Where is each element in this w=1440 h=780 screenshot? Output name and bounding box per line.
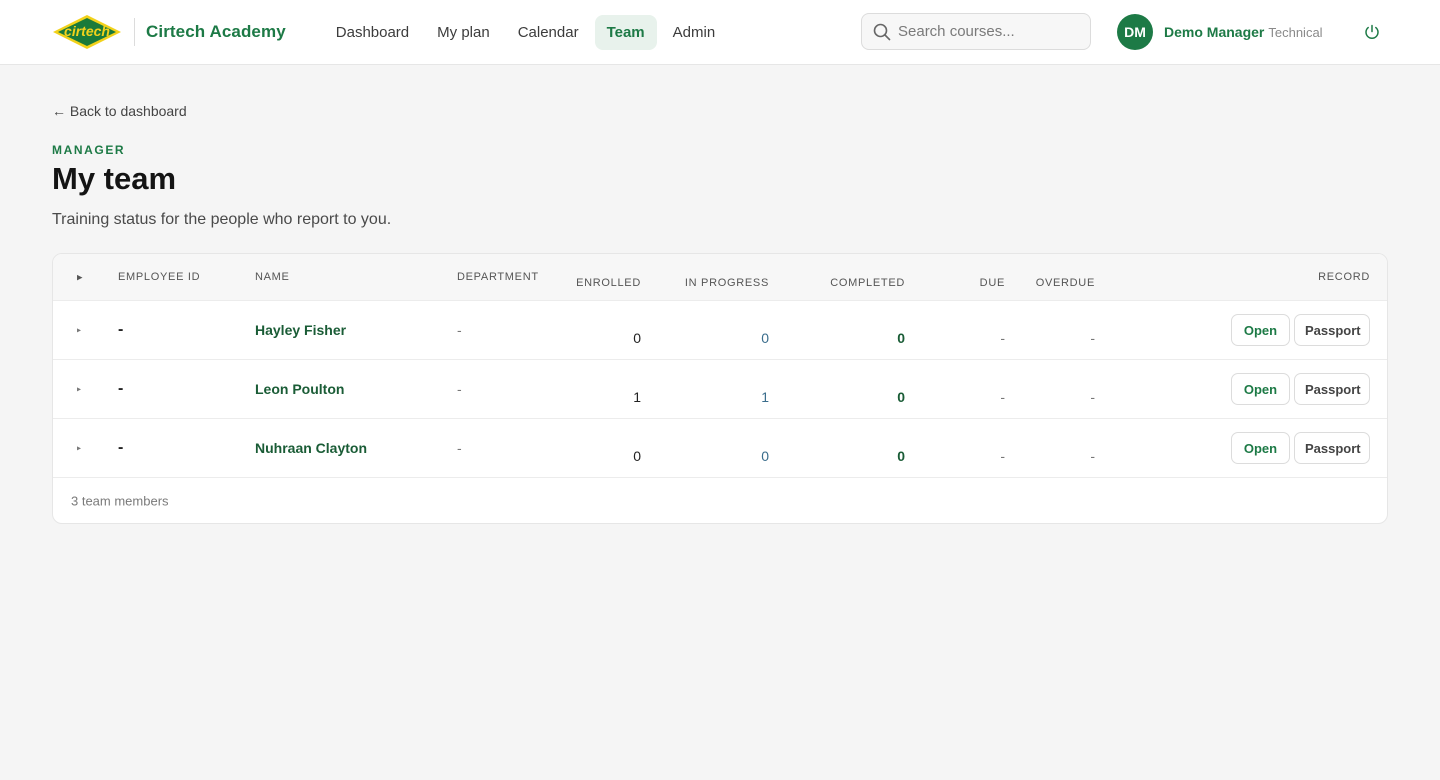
record-actions: Open Passport: [1231, 314, 1370, 346]
avatar[interactable]: DM: [1117, 14, 1153, 50]
col-due: DUE: [979, 277, 1006, 289]
user-name: Demo Manager: [1164, 24, 1265, 40]
in-progress-count: 1: [761, 389, 770, 405]
nav-calendar[interactable]: Calendar: [506, 15, 591, 50]
nav-admin[interactable]: Admin: [661, 15, 728, 50]
overdue-value: -: [1090, 448, 1096, 464]
table-header-row: ▸ EMPLOYEE ID NAME DEPARTMENT ENROLLED I…: [53, 254, 1387, 301]
completed-count: 0: [897, 330, 906, 346]
enrolled-count: 0: [633, 330, 642, 346]
enrolled-count: 1: [633, 389, 642, 405]
overdue-value: -: [1090, 389, 1096, 405]
passport-button[interactable]: Passport: [1294, 373, 1370, 405]
enrolled-count: 0: [633, 448, 642, 464]
due-value: -: [1000, 448, 1006, 464]
col-completed: COMPLETED: [830, 277, 906, 289]
record-actions: Open Passport: [1231, 373, 1370, 405]
passport-button[interactable]: Passport: [1294, 432, 1370, 464]
cirtech-logo[interactable]: cirtech: [52, 14, 122, 50]
col-overdue: OVERDUE: [1035, 277, 1095, 289]
in-progress-count: 0: [761, 448, 770, 464]
expand-all-icon[interactable]: ▸: [77, 271, 83, 284]
employee-id: -: [118, 380, 124, 397]
page-subtitle: Training status for the people who repor…: [52, 211, 392, 228]
page-eyebrow: MANAGER: [52, 143, 126, 157]
open-record-button[interactable]: Open: [1231, 314, 1290, 346]
col-enrolled: ENROLLED: [576, 277, 641, 289]
department: -: [457, 381, 462, 397]
user-role: Technical: [1268, 24, 1323, 40]
table-footer: 3 team members: [53, 478, 1387, 523]
main-content: ← Back to dashboard MANAGER My team Trai…: [0, 65, 1440, 524]
nav-my-plan[interactable]: My plan: [425, 15, 502, 50]
completed-count: 0: [897, 448, 906, 464]
overdue-value: -: [1090, 330, 1096, 346]
search-input[interactable]: [898, 23, 1078, 40]
table-row: ▸ - Nuhraan Clayton - 0 0 0 - - Open Pas…: [53, 419, 1387, 478]
employee-name-link[interactable]: Leon Poulton: [255, 381, 344, 397]
table-row: ▸ - Leon Poulton - 1 1 0 - - Open Passpo…: [53, 360, 1387, 419]
open-record-button[interactable]: Open: [1231, 432, 1290, 464]
due-value: -: [1000, 330, 1006, 346]
col-in-progress: IN PROGRESS: [684, 277, 770, 289]
completed-count: 0: [897, 389, 906, 405]
logo-divider: [134, 18, 135, 46]
top-bar: cirtech Cirtech Academy Dashboard My pla…: [0, 0, 1440, 65]
col-department: DEPARTMENT: [457, 271, 539, 283]
page-title: My team: [52, 161, 177, 196]
logo-diamond-icon: cirtech: [53, 15, 121, 49]
employee-id: -: [118, 321, 124, 338]
back-to-dashboard-link[interactable]: ← Back to dashboard: [52, 103, 187, 119]
expand-row-icon[interactable]: ▸: [77, 444, 81, 453]
team-table: ▸ EMPLOYEE ID NAME DEPARTMENT ENROLLED I…: [52, 253, 1388, 524]
nav-dashboard[interactable]: Dashboard: [324, 15, 421, 50]
brand-name[interactable]: Cirtech Academy: [146, 22, 286, 42]
due-value: -: [1000, 389, 1006, 405]
expand-row-icon[interactable]: ▸: [77, 385, 81, 394]
department: -: [457, 440, 462, 456]
nav-team[interactable]: Team: [594, 14, 657, 50]
search-box[interactable]: [861, 13, 1091, 50]
team-member-count: 3 team members: [71, 493, 169, 508]
in-progress-count: 0: [761, 330, 770, 346]
col-record: RECORD: [1318, 271, 1370, 283]
user-menu[interactable]: DM Demo Manager Technical: [1117, 14, 1323, 50]
department: -: [457, 322, 462, 338]
col-name: NAME: [255, 271, 290, 283]
employee-name-link[interactable]: Nuhraan Clayton: [255, 440, 367, 456]
employee-id: -: [118, 439, 124, 456]
main-nav: Dashboard My plan Calendar Team Admin: [324, 14, 731, 50]
col-employee-id: EMPLOYEE ID: [118, 271, 201, 283]
table-row: ▸ - Hayley Fisher - 0 0 0 - - Open Passp…: [53, 301, 1387, 360]
search-icon: [873, 23, 891, 40]
employee-name-link[interactable]: Hayley Fisher: [255, 322, 346, 338]
power-icon[interactable]: [1363, 23, 1381, 41]
open-record-button[interactable]: Open: [1231, 373, 1290, 405]
record-actions: Open Passport: [1231, 432, 1370, 464]
expand-row-icon[interactable]: ▸: [77, 326, 81, 335]
logo-text: cirtech: [64, 23, 110, 39]
passport-button[interactable]: Passport: [1294, 314, 1370, 346]
